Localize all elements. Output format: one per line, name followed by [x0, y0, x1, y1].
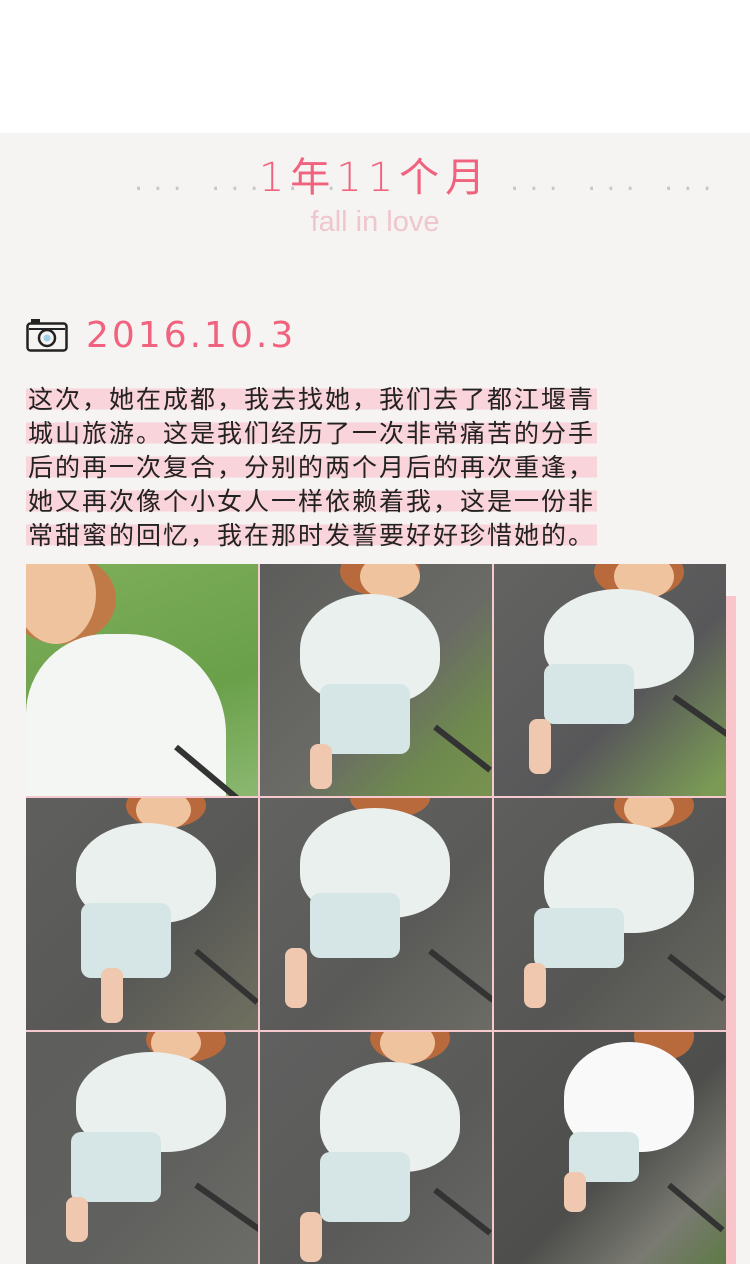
photo-thumbnail[interactable] — [26, 1032, 258, 1264]
entry-text-line: 这次，她在成都，我去找她，我们去了都江堰青 — [26, 383, 726, 417]
entry-text-line-content: 她又再次像个小女人一样依赖着我，这是一份非 — [26, 487, 598, 516]
entry-text-line-content: 后的再一次复合，分别的两个月后的再次重逢， — [26, 453, 598, 482]
header: ... ... ... 1年11个月 ... ... ... fall in l… — [0, 133, 750, 283]
entry-text: 这次，她在成都，我去找她，我们去了都江堰青 城山旅游。这是我们经历了一次非常痛苦… — [26, 383, 726, 553]
photo-thumbnail[interactable] — [494, 564, 726, 796]
entry-date: 2016.10.3 — [86, 314, 297, 356]
photo-thumbnail[interactable] — [26, 564, 258, 796]
entry-text-line: 后的再一次复合，分别的两个月后的再次重逢， — [26, 451, 726, 485]
photo-thumbnail[interactable] — [260, 564, 492, 796]
photo-thumbnail[interactable] — [494, 798, 726, 1030]
entry-text-line: 她又再次像个小女人一样依赖着我，这是一份非 — [26, 485, 726, 519]
entry-text-line-content: 常甜蜜的回忆，我在那时发誓要好好珍惜她的。 — [26, 521, 598, 550]
camera-icon — [26, 319, 68, 352]
decorative-dots-right: ... ... ... — [508, 171, 720, 196]
entry-text-line: 城山旅游。这是我们经历了一次非常痛苦的分手 — [26, 417, 726, 451]
photo-thumbnail[interactable] — [260, 1032, 492, 1264]
photo-thumbnail[interactable] — [260, 798, 492, 1030]
entry-date-row: 2016.10.3 — [26, 314, 296, 356]
entry-text-line: 常甜蜜的回忆，我在那时发誓要好好珍惜她的。 — [26, 519, 726, 553]
photo-grid — [26, 564, 726, 1264]
page-subtitle: fall in love — [310, 206, 440, 238]
photo-thumbnail[interactable] — [494, 1032, 726, 1264]
entry-text-line-content: 这次，她在成都，我去找她，我们去了都江堰青 — [26, 385, 598, 414]
photo-thumbnail[interactable] — [26, 798, 258, 1030]
entry-text-line-content: 城山旅游。这是我们经历了一次非常痛苦的分手 — [26, 419, 598, 448]
top-blank-area — [0, 0, 750, 133]
